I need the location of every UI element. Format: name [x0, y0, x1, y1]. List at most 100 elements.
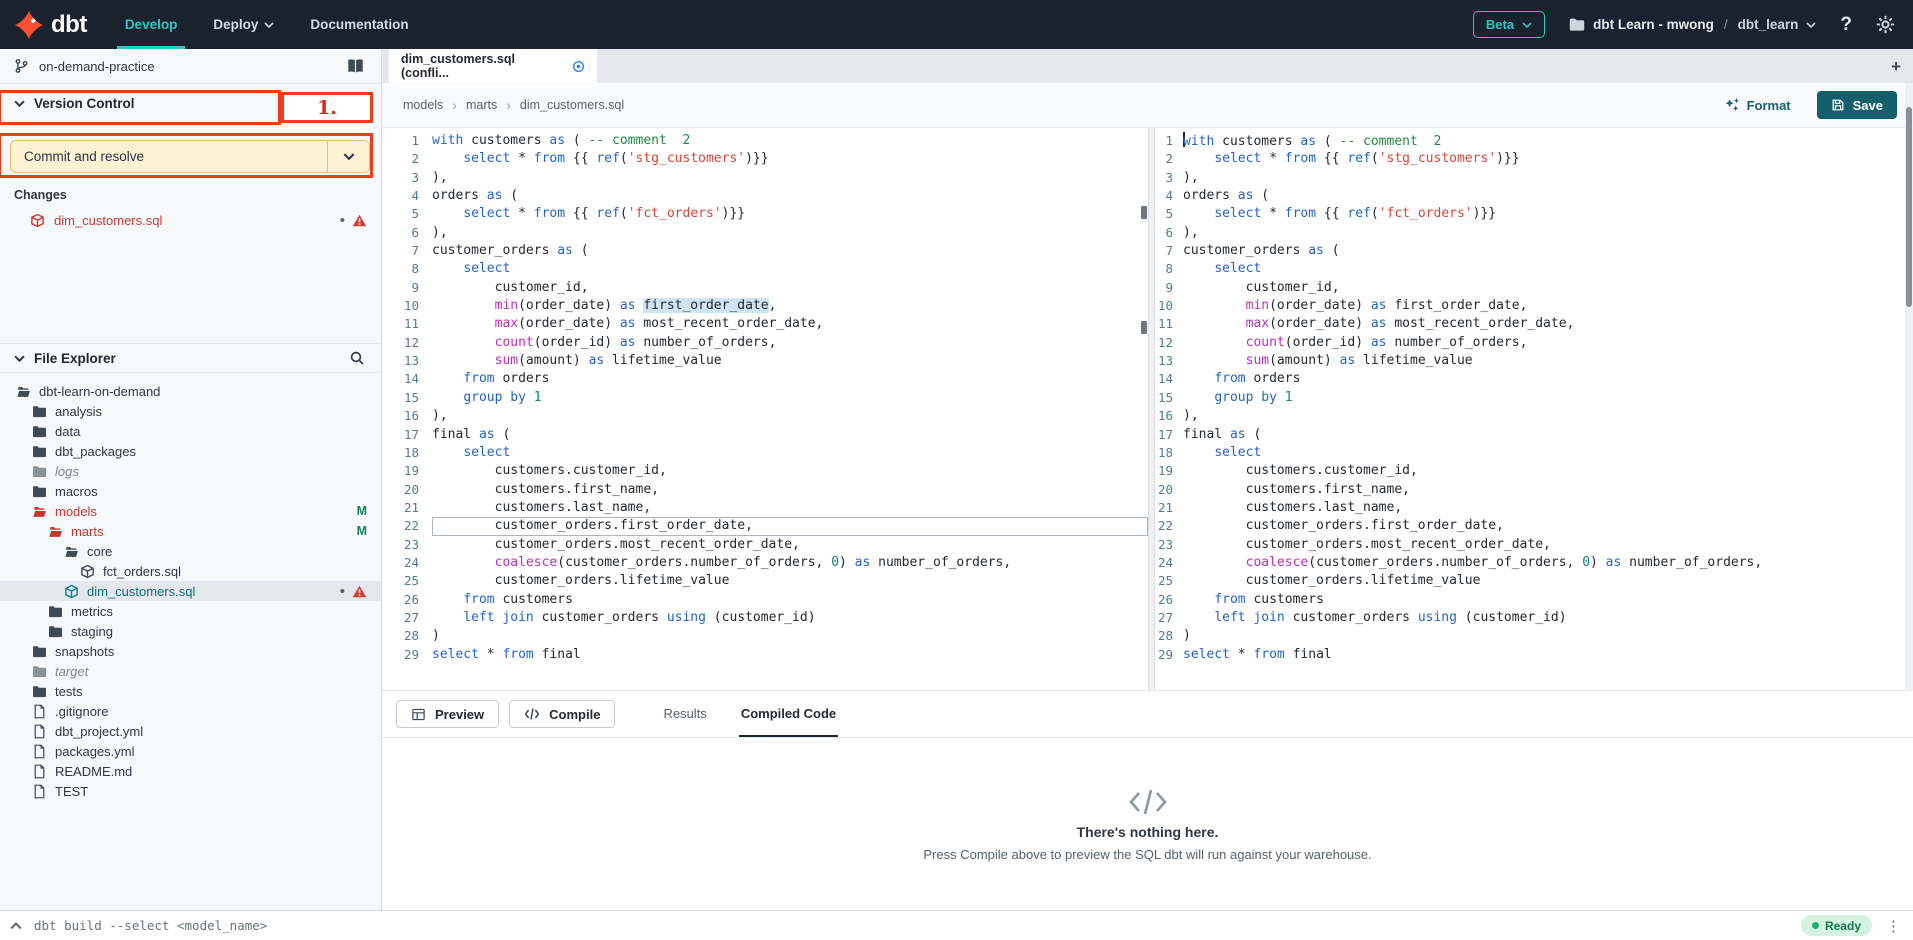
tree-item-readme-md[interactable]: README.md	[0, 761, 381, 781]
code-line-5[interactable]: select * from {{ ref('fct_orders')}}	[1183, 205, 1913, 223]
code-line-9[interactable]: customer_id,	[432, 279, 1148, 297]
search-icon[interactable]	[349, 350, 365, 366]
code-line-3[interactable]: ),	[1183, 169, 1913, 187]
code-line-16[interactable]: ),	[1183, 407, 1913, 425]
file-explorer-header[interactable]: File Explorer	[0, 343, 381, 373]
code-line-22[interactable]: customer_orders.first_order_date,	[1183, 517, 1913, 535]
code-line-25[interactable]: customer_orders.lifetime_value	[1183, 572, 1913, 590]
code-line-6[interactable]: ),	[1183, 224, 1913, 242]
code-line-25[interactable]: customer_orders.lifetime_value	[432, 572, 1148, 590]
tree-item-dbt-packages[interactable]: dbt_packages	[0, 441, 381, 461]
gear-icon[interactable]	[1876, 15, 1895, 34]
code-line-23[interactable]: customer_orders.most_recent_order_date,	[1183, 536, 1913, 554]
code-line-14[interactable]: from orders	[432, 370, 1148, 388]
tree-item-snapshots[interactable]: snapshots	[0, 641, 381, 661]
version-control-header[interactable]: Version Control	[0, 84, 381, 122]
tree-item-metrics[interactable]: metrics	[0, 601, 381, 621]
tree-item-dbt-project-yml[interactable]: dbt_project.yml	[0, 721, 381, 741]
code-line-10[interactable]: min(order_date) as first_order_date,	[432, 297, 1148, 315]
tree-item-analysis[interactable]: analysis	[0, 401, 381, 421]
breadcrumb-marts[interactable]: marts	[466, 98, 497, 112]
code-line-18[interactable]: select	[1183, 444, 1913, 462]
changed-file-row[interactable]: dim_customers.sql •	[0, 209, 381, 231]
code-line-13[interactable]: sum(amount) as lifetime_value	[1183, 352, 1913, 370]
tree-item-staging[interactable]: staging	[0, 621, 381, 641]
help-icon[interactable]: ?	[1840, 14, 1852, 36]
tree-item--gitignore[interactable]: .gitignore	[0, 701, 381, 721]
tree-item-core[interactable]: core	[0, 541, 381, 561]
code-line-1[interactable]: with customers as ( -- comment 2	[1183, 132, 1913, 150]
scrollbar-thumb[interactable]	[1906, 107, 1912, 307]
tree-item-macros[interactable]: macros	[0, 481, 381, 501]
tree-item-models[interactable]: modelsM	[0, 501, 381, 521]
tree-item-dim-customers-sql[interactable]: dim_customers.sql•	[0, 581, 381, 601]
code-line-18[interactable]: select	[432, 444, 1148, 462]
save-button[interactable]: Save	[1817, 91, 1897, 119]
code-line-15[interactable]: group by 1	[432, 389, 1148, 407]
tab-results[interactable]: Results	[661, 691, 708, 737]
code-line-10[interactable]: min(order_date) as first_order_date,	[1183, 297, 1913, 315]
kebab-menu-icon[interactable]: ⋮	[1884, 917, 1903, 935]
code-line-9[interactable]: customer_id,	[1183, 279, 1913, 297]
code-line-8[interactable]: select	[432, 260, 1148, 278]
code-line-29[interactable]: select * from final	[1183, 646, 1913, 664]
code-line-11[interactable]: max(order_date) as most_recent_order_dat…	[432, 315, 1148, 333]
tree-item-target[interactable]: target	[0, 661, 381, 681]
code-line-29[interactable]: select * from final	[432, 646, 1148, 664]
code-line-17[interactable]: final as (	[432, 426, 1148, 444]
code-line-16[interactable]: ),	[432, 407, 1148, 425]
breadcrumb-file[interactable]: dim_customers.sql	[520, 98, 624, 112]
code-line-28[interactable]: )	[432, 627, 1148, 645]
docs-book-icon[interactable]	[346, 58, 365, 74]
nav-item-documentation[interactable]: Documentation	[310, 0, 408, 49]
code-line-12[interactable]: count(order_id) as number_of_orders,	[1183, 334, 1913, 352]
chevron-up-icon[interactable]	[10, 922, 22, 930]
pane-splitter[interactable]	[1148, 128, 1155, 690]
code-line-21[interactable]: customers.last_name,	[432, 499, 1148, 517]
code-line-12[interactable]: count(order_id) as number_of_orders,	[432, 334, 1148, 352]
tab-compiled-code[interactable]: Compiled Code	[739, 691, 838, 737]
tree-item-test[interactable]: TEST	[0, 781, 381, 801]
dbt-logo[interactable]: dbt	[14, 10, 87, 40]
code-line-13[interactable]: sum(amount) as lifetime_value	[432, 352, 1148, 370]
nav-item-develop[interactable]: Develop	[125, 0, 178, 49]
code-line-27[interactable]: left join customer_orders using (custome…	[1183, 609, 1913, 627]
compile-button[interactable]: Compile	[509, 700, 615, 728]
code-line-28[interactable]: )	[1183, 627, 1913, 645]
code-line-26[interactable]: from customers	[1183, 591, 1913, 609]
code-line-7[interactable]: customer_orders as (	[432, 242, 1148, 260]
tree-item-data[interactable]: data	[0, 421, 381, 441]
breadcrumb-models[interactable]: models	[403, 98, 443, 112]
new-tab-button[interactable]: +	[1891, 58, 1901, 75]
tree-item-logs[interactable]: logs	[0, 461, 381, 481]
code-line-17[interactable]: final as (	[1183, 426, 1913, 444]
code-line-24[interactable]: coalesce(customer_orders.number_of_order…	[1183, 554, 1913, 572]
tree-item-dbt-learn-on-demand[interactable]: dbt-learn-on-demand	[0, 381, 381, 401]
code-line-23[interactable]: customer_orders.most_recent_order_date,	[432, 536, 1148, 554]
tree-item-tests[interactable]: tests	[0, 681, 381, 701]
code-line-1[interactable]: with customers as ( -- comment 2	[432, 132, 1148, 150]
tree-item-fct-orders-sql[interactable]: fct_orders.sql	[0, 561, 381, 581]
code-line-5[interactable]: select * from {{ ref('fct_orders')}}	[432, 205, 1148, 223]
project-selector[interactable]: dbt Learn - mwong / dbt_learn	[1569, 17, 1816, 32]
code-line-14[interactable]: from orders	[1183, 370, 1913, 388]
beta-button[interactable]: Beta	[1473, 11, 1545, 38]
code-line-24[interactable]: coalesce(customer_orders.number_of_order…	[432, 554, 1148, 572]
nav-item-deploy[interactable]: Deploy	[213, 0, 274, 49]
preview-button[interactable]: Preview	[396, 700, 499, 728]
commit-options-chevron[interactable]	[327, 141, 369, 172]
code-line-19[interactable]: customers.customer_id,	[1183, 462, 1913, 480]
tab-dim-customers[interactable]: dim_customers.sql (confli...	[389, 49, 597, 83]
code-line-20[interactable]: customers.first_name,	[1183, 481, 1913, 499]
code-line-27[interactable]: left join customer_orders using (custome…	[432, 609, 1148, 627]
code-line-4[interactable]: orders as (	[1183, 187, 1913, 205]
branch-row[interactable]: on-demand-practice	[0, 49, 381, 84]
code-line-21[interactable]: customers.last_name,	[1183, 499, 1913, 517]
tree-item-marts[interactable]: martsM	[0, 521, 381, 541]
code-line-22[interactable]: customer_orders.first_order_date,	[432, 517, 1148, 535]
code-line-4[interactable]: orders as (	[432, 187, 1148, 205]
code-line-3[interactable]: ),	[432, 169, 1148, 187]
code-line-2[interactable]: select * from {{ ref('stg_customers')}}	[432, 150, 1148, 168]
commit-and-resolve-button[interactable]: Commit and resolve	[10, 140, 370, 173]
code-line-26[interactable]: from customers	[432, 591, 1148, 609]
